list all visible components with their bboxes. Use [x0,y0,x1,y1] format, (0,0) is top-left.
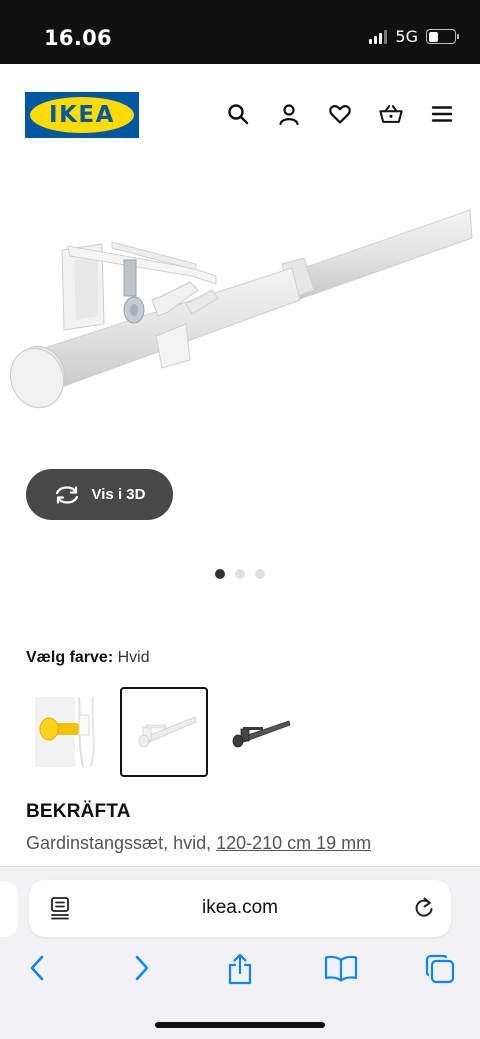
bookmarks-icon[interactable] [324,953,358,983]
product-description-text: Gardinstangssæt, hvid, [26,833,212,853]
swatch-yellow[interactable] [26,687,114,777]
swatch-white[interactable] [120,687,208,777]
status-time: 16.06 [44,26,112,50]
browser-chrome: ikea.com [0,866,480,1039]
search-icon[interactable] [226,102,250,126]
tabs-icon[interactable] [424,953,456,985]
swatch-white-image [138,716,197,748]
rotate-3d-icon [55,485,78,504]
carousel-dots [215,569,265,579]
ikea-logo[interactable]: IKEA [25,92,139,138]
address-bar[interactable]: ikea.com [29,880,451,937]
logo-text: IKEA [49,102,115,128]
network-type: 5G [395,27,418,46]
status-indicators: 5G [369,27,459,46]
color-value: Hvid [117,649,150,666]
color-swatches [26,687,302,777]
menu-icon[interactable] [430,102,454,126]
home-indicator[interactable] [155,1022,325,1028]
product-size-link[interactable]: 120-210 cm 19 mm [216,833,371,853]
browser-toolbar [0,953,480,987]
signal-icon [369,29,388,44]
swatch-yellow-image [35,697,105,767]
heart-icon[interactable] [328,102,352,126]
carousel-dot[interactable] [215,569,225,579]
battery-icon [426,29,459,44]
header-actions [226,102,454,126]
product-name: BEKRÄFTA [26,801,131,822]
back-icon[interactable] [27,953,49,983]
basket-icon[interactable] [379,102,403,126]
view-3d-label: Vis i 3D [91,486,146,503]
forward-icon[interactable] [130,953,152,983]
product-description: Gardinstangssæt, hvid, 120-210 cm 19 mm [26,833,371,854]
user-icon[interactable] [277,102,301,126]
swatch-black-image [232,720,291,748]
reload-icon[interactable] [413,896,435,920]
product-image[interactable] [0,164,480,454]
view-3d-button[interactable]: Vis i 3D [26,469,173,520]
url-text: ikea.com [201,897,279,918]
color-selector-label: Vælg farve: Hvid [26,649,150,667]
carousel-dot[interactable] [235,569,245,579]
carousel-dot[interactable] [255,569,265,579]
color-label: Vælg farve: [26,649,114,666]
status-bar: 16.06 5G [0,0,480,64]
site-header: IKEA [0,64,480,164]
previous-tab-peek[interactable] [0,881,18,937]
swatch-black[interactable] [214,687,302,777]
share-icon[interactable] [226,953,254,985]
